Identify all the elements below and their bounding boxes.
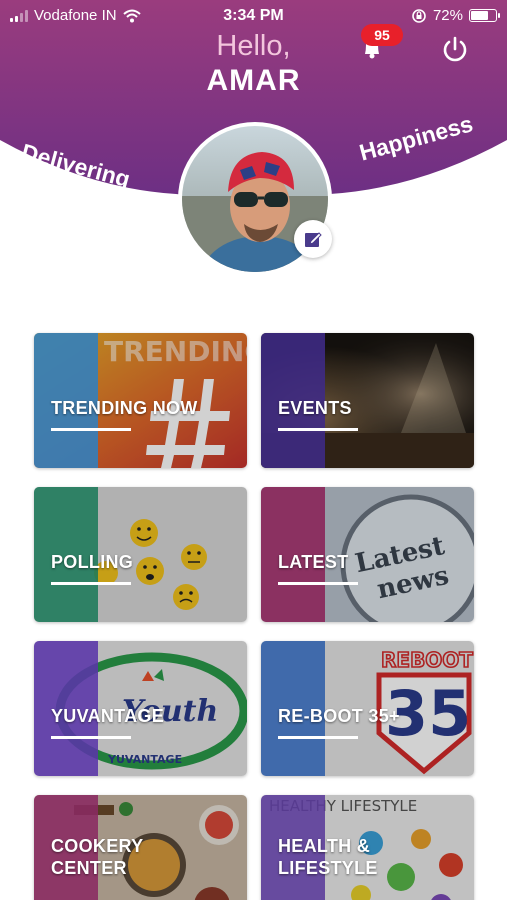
- username-text: AMAR: [206, 64, 301, 97]
- logout-button[interactable]: [438, 32, 472, 66]
- battery-percent: 72%: [432, 7, 463, 24]
- tile-label: EVENTS: [278, 398, 352, 418]
- tile-label: POLLING: [51, 552, 134, 572]
- tile-label: HEALTH & LIFESTYLE: [278, 836, 378, 878]
- edit-profile-button[interactable]: [294, 220, 332, 258]
- tile-label: YUVANTAGE: [51, 706, 165, 726]
- tile-latest[interactable]: Latest news LATEST: [261, 487, 474, 622]
- tile-polling[interactable]: POLLING: [34, 487, 247, 622]
- greeting-text: Hello,: [216, 30, 291, 62]
- tile-cookery-center[interactable]: COOKERY CENTER: [34, 795, 247, 900]
- tile-label: RE-BOOT 35+: [278, 706, 400, 726]
- status-bar: Vodafone IN 3:34 PM 72%: [0, 0, 507, 32]
- tile-events[interactable]: EVENTS: [261, 333, 474, 468]
- orientation-lock-icon: [412, 8, 426, 23]
- tile-trending-now[interactable]: TRENDING NOW TRENDING NOW: [34, 333, 247, 468]
- tile-label: TRENDING NOW: [51, 398, 198, 418]
- tile-yuvantage[interactable]: Youth YUVANTAGE YUVANTAGE: [34, 641, 247, 776]
- tile-reboot-35[interactable]: REBOOT 35 RE-BOOT 35+: [261, 641, 474, 776]
- tile-health-lifestyle[interactable]: HEALTHY LIFESTYLE HEALTH & LIFESTYLE: [261, 795, 474, 900]
- tile-label: COOKERY CENTER: [51, 836, 144, 878]
- battery-level: [471, 11, 489, 20]
- edit-icon: [305, 232, 322, 247]
- battery-icon: [469, 9, 500, 22]
- power-icon: [443, 36, 467, 62]
- tile-label: LATEST: [278, 552, 349, 572]
